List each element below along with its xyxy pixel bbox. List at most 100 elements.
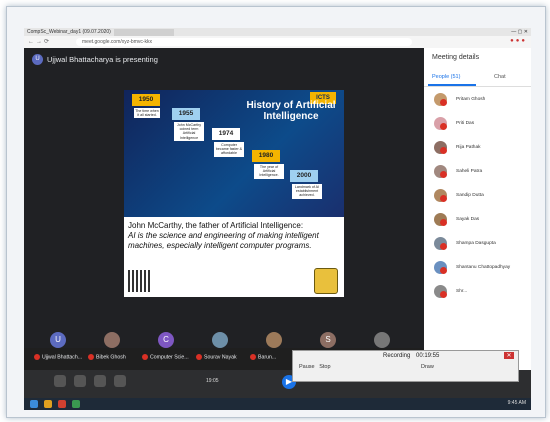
participant-tile[interactable]: Bibek Ghosh xyxy=(88,330,138,370)
taskbar-app-icon[interactable] xyxy=(58,400,66,408)
participant-avatar xyxy=(374,332,390,348)
extension-icons[interactable]: ●●● xyxy=(510,38,527,44)
presentation-slide: ICTS History of Artificial Intelligence … xyxy=(124,90,344,297)
year-marker: 1974 xyxy=(212,128,240,140)
meeting-details-panel: Meeting details People (51) Chat Pritam … xyxy=(424,48,531,370)
stop-button[interactable]: Stop xyxy=(319,364,330,370)
slide-line: John McCarthy, the father of Artificial … xyxy=(128,221,304,230)
participant-avatar xyxy=(212,332,228,348)
taskbar-clock: 9:45 AM xyxy=(507,400,526,406)
browser-tab[interactable] xyxy=(114,29,174,36)
recorder-title: Recording xyxy=(383,353,411,359)
nav-buttons[interactable]: ←→⟳ xyxy=(28,38,51,45)
screen-recorder-window: Recording 00:19:55 ✕ Pause Stop Draw xyxy=(292,350,519,382)
presenter-avatar: U xyxy=(32,54,43,65)
taskbar-app-icon[interactable] xyxy=(44,400,52,408)
year-note: John McCarthy coined term Artificial Int… xyxy=(174,122,204,141)
year-marker: 1950 xyxy=(132,94,160,106)
tab-chat[interactable]: Chat xyxy=(494,74,506,80)
start-icon[interactable] xyxy=(30,400,38,408)
participant-avatar xyxy=(266,332,282,348)
year-note: Landmark of AI establishment achieved. xyxy=(292,184,322,199)
close-icon[interactable]: ✕ xyxy=(504,352,514,359)
people-list-item[interactable]: Priti Das xyxy=(430,116,528,134)
person-name: Sayak Das xyxy=(456,217,480,222)
year-marker: 2000 xyxy=(290,170,318,182)
year-marker: 1980 xyxy=(252,150,280,162)
mic-off-icon xyxy=(440,219,447,226)
mic-off-icon xyxy=(88,354,94,360)
person-name: Rija Pathak xyxy=(456,145,481,150)
people-list-item[interactable]: Pritam Ghosh xyxy=(430,92,528,110)
screenshot-frame: CompSc_Webinar_day1 (09.07.2020) — ▢ ✕ ←… xyxy=(6,6,546,418)
participant-name-text: Ujjwal Bhattach... xyxy=(42,354,83,361)
person-name: Shampa Dasgupta xyxy=(456,241,496,246)
participant-avatar: S xyxy=(320,332,336,348)
presenter-banner: U Ujjwal Bhattacharya is presenting xyxy=(32,54,158,65)
participant-avatar xyxy=(104,332,120,348)
mic-off-icon xyxy=(440,243,447,250)
qr-code-image xyxy=(128,270,150,292)
slide-title: History of Artificial Intelligence xyxy=(246,100,336,122)
participant-name-text: Computer Scie... xyxy=(150,354,189,361)
draw-button[interactable]: Draw xyxy=(421,364,434,370)
window-controls[interactable]: — ▢ ✕ xyxy=(511,29,528,35)
participant-avatar: C xyxy=(158,332,174,348)
playback-time: 19:05 xyxy=(206,378,219,384)
participant-tile[interactable]: Sourav Nayak xyxy=(196,330,246,370)
year-marker: 1955 xyxy=(172,108,200,120)
pause-button[interactable]: Pause xyxy=(299,364,315,370)
people-list-item[interactable]: Shr... xyxy=(430,284,528,302)
people-list-item[interactable]: Rija Pathak xyxy=(430,140,528,158)
window-title: CompSc_Webinar_day1 (09.07.2020) xyxy=(27,29,111,35)
people-list-item[interactable]: Sandip Dutta xyxy=(430,188,528,206)
presenter-text: Ujjwal Bhattacharya is presenting xyxy=(47,55,158,64)
mic-off-icon xyxy=(440,171,447,178)
slide-quote: John McCarthy, the father of Artificial … xyxy=(128,221,340,251)
participant-name-text: Sourav Nayak xyxy=(204,354,237,361)
year-note: Computer became faster & affordable xyxy=(214,142,244,157)
meet-stage: U Ujjwal Bhattacharya is presenting ICTS… xyxy=(24,48,424,360)
mic-off-icon xyxy=(196,354,202,360)
slide-graphic: ICTS History of Artificial Intelligence … xyxy=(124,90,344,217)
panel-tabs: People (51) Chat xyxy=(424,72,531,87)
control-button[interactable] xyxy=(114,375,126,387)
control-button[interactable] xyxy=(94,375,106,387)
mic-off-icon xyxy=(142,354,148,360)
mic-off-icon xyxy=(440,147,447,154)
url-field[interactable]: meet.google.com/xyz-bmvc-kkx xyxy=(76,38,412,46)
mic-off-icon xyxy=(440,99,447,106)
person-name: Shr... xyxy=(456,289,468,294)
recorder-buttons[interactable]: Pause Stop xyxy=(299,364,331,370)
person-name: Saheli Patra xyxy=(456,169,483,174)
mic-off-icon xyxy=(34,354,40,360)
participant-name-text: Bibek Ghosh xyxy=(96,354,126,361)
control-button[interactable] xyxy=(54,375,66,387)
person-name: Pritam Ghosh xyxy=(456,97,486,102)
people-list-item[interactable]: Sayak Das xyxy=(430,212,528,230)
taskbar-app-icon[interactable] xyxy=(72,400,80,408)
recorder-timer: 00:19:55 xyxy=(416,353,440,359)
desktop-screen: CompSc_Webinar_day1 (09.07.2020) — ▢ ✕ ←… xyxy=(24,28,531,398)
mic-off-icon xyxy=(250,354,256,360)
person-name: Sandip Dutta xyxy=(456,193,484,198)
year-note: The year of Artificial Intelligence. xyxy=(254,164,284,179)
person-name: Shantanu Chattopadhyay xyxy=(456,265,511,270)
participant-avatar: U xyxy=(50,332,66,348)
active-tab-indicator xyxy=(428,84,476,86)
panel-heading: Meeting details xyxy=(432,54,480,61)
mic-off-icon xyxy=(440,267,447,274)
tab-people[interactable]: People (51) xyxy=(432,74,460,80)
participant-tile[interactable]: U Ujjwal Bhattach... xyxy=(34,330,84,370)
institute-logo xyxy=(314,268,338,294)
person-name: Priti Das xyxy=(456,121,475,126)
people-list-item[interactable]: Shantanu Chattopadhyay xyxy=(430,260,528,278)
people-list-item[interactable]: Saheli Patra xyxy=(430,164,528,182)
participant-tile[interactable]: C Computer Scie... xyxy=(142,330,192,370)
people-list-item[interactable]: Shampa Dasgupta xyxy=(430,236,528,254)
participant-name-text: Barun... xyxy=(258,354,277,361)
control-button[interactable] xyxy=(74,375,86,387)
mic-off-icon xyxy=(440,123,447,130)
windows-taskbar: 9:45 AM xyxy=(24,398,531,410)
mic-off-icon xyxy=(440,195,447,202)
